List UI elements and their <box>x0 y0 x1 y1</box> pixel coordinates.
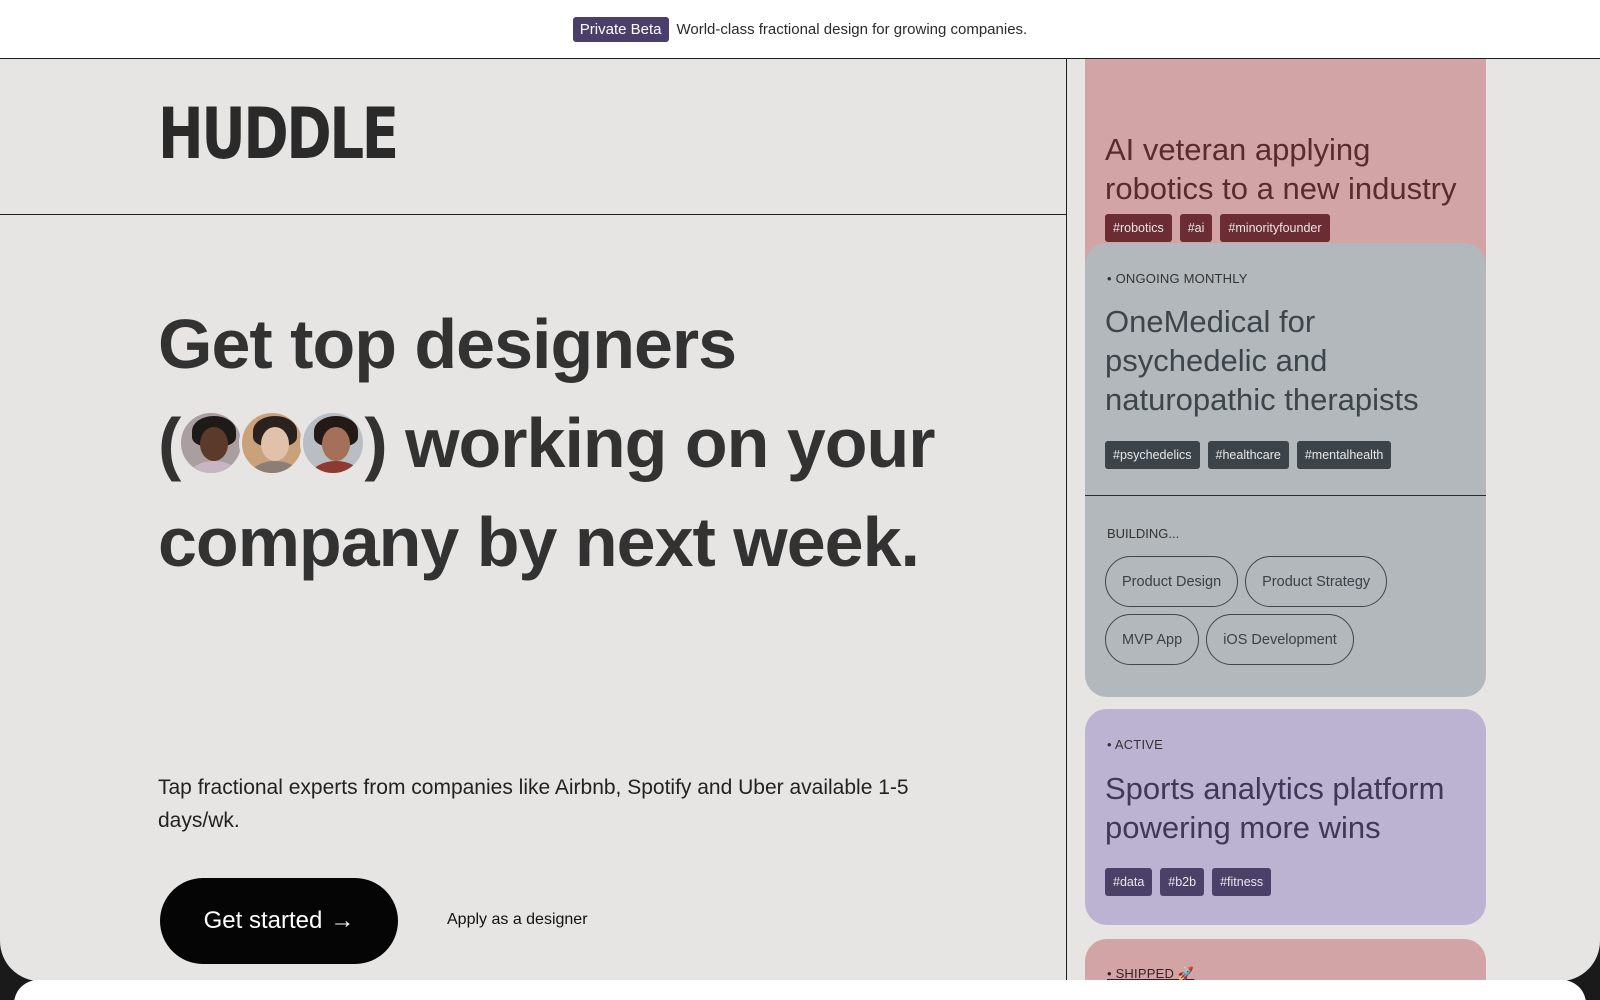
tag: #minorityfounder <box>1220 214 1330 242</box>
paren-open: ( <box>158 404 181 482</box>
project-title: AI veteran applying robotics to a new in… <box>1105 132 1457 206</box>
page-container: HUDDLE Get top designers () working on … <box>0 59 1600 981</box>
project-tags: #data #b2b #fitness <box>1105 868 1272 896</box>
designer-avatar-2 <box>239 409 306 476</box>
designer-avatar-3 <box>300 409 367 476</box>
tag: #data <box>1105 868 1153 896</box>
designer-avatars <box>178 409 367 476</box>
announcement-bar: Private Beta World-class fractional desi… <box>0 0 1600 59</box>
tag: #ai <box>1179 214 1213 242</box>
arrow-right-icon: → <box>330 907 355 934</box>
building-pills: Product Design Product Strategy MVP App … <box>1105 556 1475 665</box>
project-status: • ONGOING MONTHLY <box>1107 271 1248 286</box>
building-label: BUILDING... <box>1107 526 1180 541</box>
hero-subtitle: Tap fractional experts from companies li… <box>158 776 909 832</box>
project-title: Sports analytics platform powering more … <box>1105 771 1445 845</box>
pill-mvp-app: MVP App <box>1105 614 1200 665</box>
headline-line-2: ( ) working on your <box>158 394 978 493</box>
headline-line-1: Get top designers <box>158 305 737 383</box>
hero-headline: Get top designers () working on your co… <box>158 295 978 592</box>
announcement-text: World-class fractional design for growin… <box>676 20 1028 38</box>
apply-as-designer-link[interactable]: Apply as a designer <box>447 911 588 929</box>
huddle-logo[interactable]: HUDDLE <box>158 99 399 169</box>
tag: #robotics <box>1105 214 1172 242</box>
headline-line-2-text: ) working on your <box>364 404 935 482</box>
tag: #psychedelics <box>1105 441 1200 469</box>
project-title: OneMedical for psychedelic and naturopat… <box>1105 304 1419 417</box>
project-status: • SHIPPED 🚀 <box>1107 966 1195 981</box>
card-divider <box>1085 495 1486 496</box>
header: HUDDLE <box>0 59 1066 215</box>
tag: #fitness <box>1212 868 1272 896</box>
project-card-shipped[interactable]: • SHIPPED 🚀 <box>1085 939 1486 981</box>
hero-section: HUDDLE Get top designers () working on … <box>0 59 1067 981</box>
next-section-edge <box>14 980 1586 1000</box>
pill-product-strategy: Product Strategy <box>1245 556 1388 607</box>
headline-line-3: company by next week. <box>158 503 920 581</box>
pill-product-design: Product Design <box>1105 556 1239 607</box>
designer-avatar-1 <box>178 409 245 476</box>
get-started-label: Get started <box>203 907 323 934</box>
beta-badge: Private Beta <box>572 16 669 42</box>
tag: #mentalhealth <box>1296 441 1392 469</box>
tag: #healthcare <box>1207 441 1289 469</box>
project-tags: #psychedelics #healthcare #mentalhealth <box>1105 441 1392 469</box>
project-tags: #robotics #ai #minorityfounder <box>1105 214 1330 242</box>
project-status: • ACTIVE <box>1107 737 1163 752</box>
tag: #b2b <box>1160 868 1205 896</box>
project-card-onemedical[interactable]: • ONGOING MONTHLY OneMedical for psyched… <box>1085 243 1486 697</box>
project-card-sports[interactable]: • ACTIVE Sports analytics platform power… <box>1085 709 1486 925</box>
project-cards-column[interactable]: AI veteran applying robotics to a new in… <box>1067 59 1600 981</box>
get-started-button[interactable]: Get started → <box>160 878 398 964</box>
pill-ios-development: iOS Development <box>1206 614 1354 665</box>
